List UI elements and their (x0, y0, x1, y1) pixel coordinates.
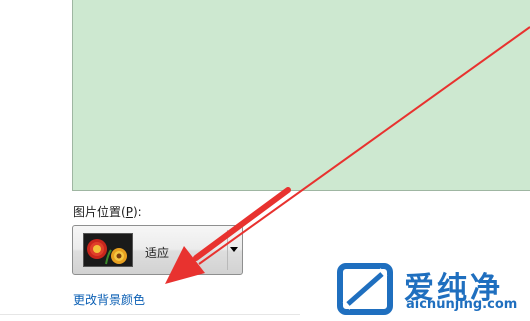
dropdown-separator (227, 230, 228, 270)
picture-position-label-prefix: 图片位置( (73, 205, 126, 219)
watermark-domain: aichunjing.com (406, 297, 518, 312)
picture-position-label-suffix: ): (132, 205, 142, 219)
bottom-divider (0, 314, 300, 315)
flower-thumbnail-icon (83, 233, 133, 267)
change-background-color-link[interactable]: 更改背景颜色 (73, 291, 145, 308)
picture-position-label-mnemonic: P (125, 205, 133, 219)
picture-position-label: 图片位置(P): (73, 203, 142, 220)
picture-position-value: 适应 (145, 246, 170, 260)
chevron-down-icon[interactable] (230, 247, 238, 252)
watermark-logo-icon (336, 262, 396, 321)
background-preview (72, 0, 530, 191)
picture-position-dropdown[interactable]: 适应 (72, 225, 243, 275)
